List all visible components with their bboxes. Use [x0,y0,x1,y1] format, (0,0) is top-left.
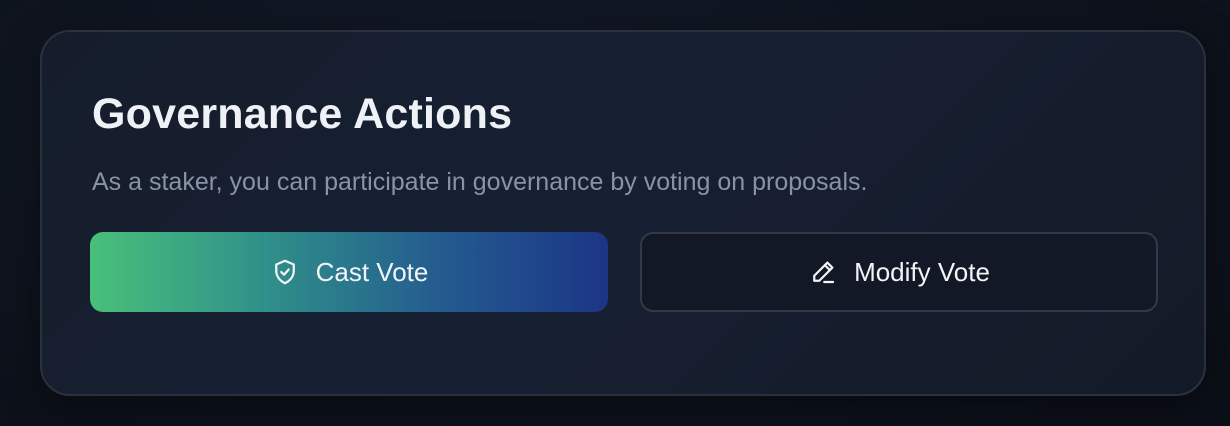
shield-check-icon [270,257,300,287]
page: Governance Actions As a staker, you can … [0,0,1230,426]
cast-vote-button[interactable]: Cast Vote [90,232,608,312]
cast-vote-label: Cast Vote [315,256,429,287]
modify-vote-button[interactable]: Modify Vote [640,232,1158,312]
card-subtitle: As a staker, you can participate in gove… [92,168,868,196]
modify-vote-label: Modify Vote [854,256,990,287]
card-title: Governance Actions [92,90,513,138]
pencil-icon [808,257,838,287]
governance-actions-card: Governance Actions As a staker, you can … [40,30,1206,396]
